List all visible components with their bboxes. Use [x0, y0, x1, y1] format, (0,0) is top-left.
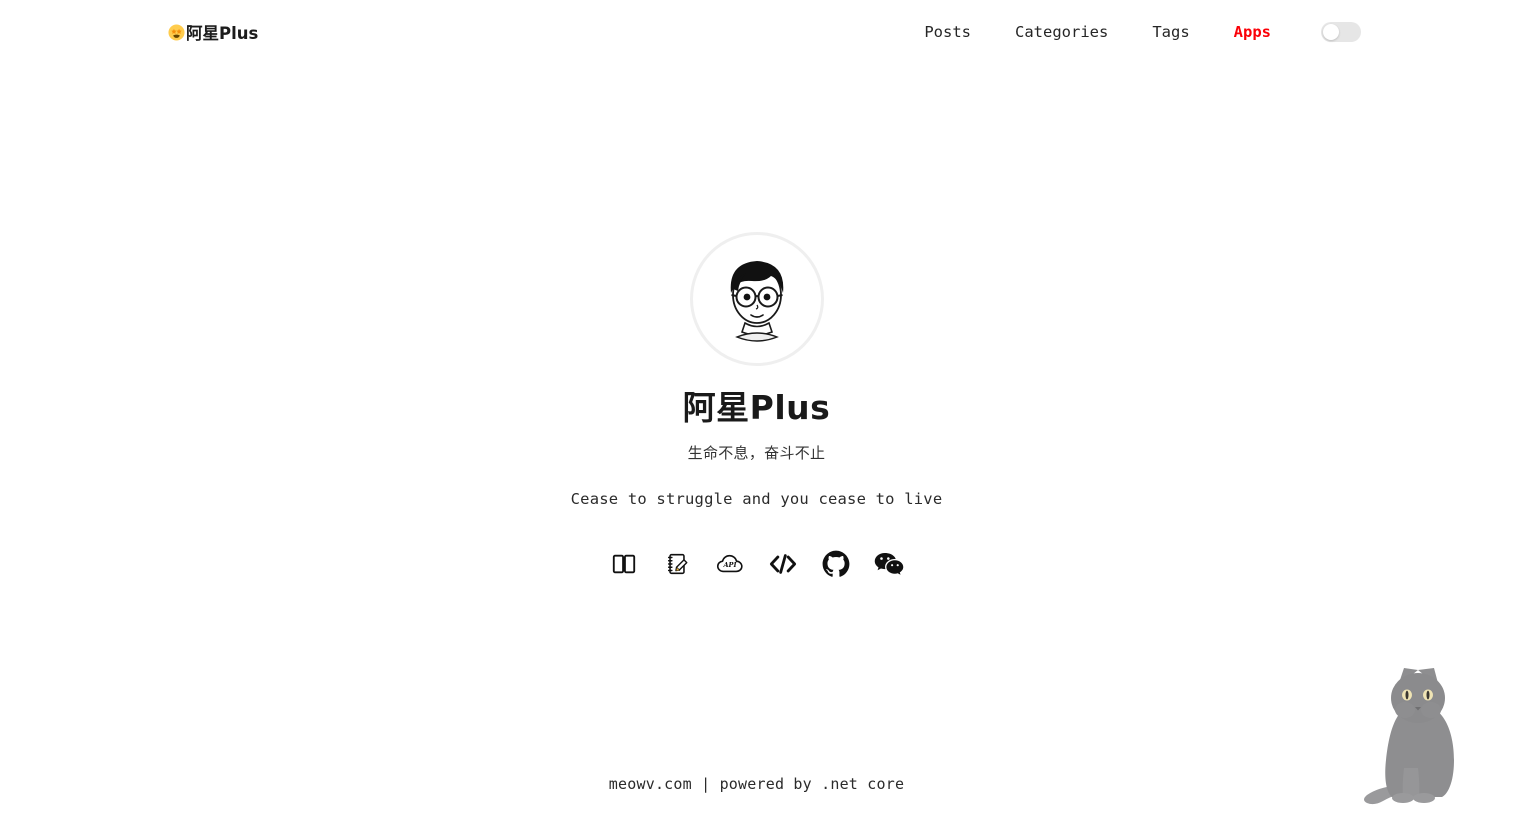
github-icon[interactable]	[821, 549, 851, 579]
book-icon[interactable]	[609, 549, 639, 579]
main-nav: Posts Categories Tags Apps	[902, 19, 1361, 45]
code-brackets-icon[interactable]	[768, 549, 798, 579]
page-title: 阿星Plus	[682, 388, 831, 427]
notebook-pencil-icon[interactable]	[662, 549, 692, 579]
footer-text: meowv.com | powered by .net core	[608, 775, 905, 793]
nav-link-apps[interactable]: Apps	[1212, 19, 1293, 45]
svg-text:API: API	[722, 561, 737, 569]
nav-link-tags[interactable]: Tags	[1130, 19, 1211, 45]
site-header: 阿星Plus Posts Categories Tags Apps	[0, 0, 1513, 64]
theme-toggle-switch[interactable]	[1321, 22, 1361, 42]
api-cloud-icon[interactable]: API	[715, 549, 745, 579]
avatar	[689, 232, 824, 366]
theme-toggle-knob	[1323, 24, 1339, 40]
wechat-icon[interactable]	[874, 549, 904, 579]
nav-link-posts[interactable]: Posts	[902, 19, 993, 45]
social-links: API	[609, 549, 904, 579]
hero-section: 阿星Plus 生命不息，奋斗不止 Cease to struggle and y…	[0, 232, 1513, 579]
tagline-chinese: 生命不息，奋斗不止	[687, 443, 826, 462]
brand-logo-link[interactable]: 阿星Plus	[168, 20, 258, 44]
brand-title: 阿星Plus	[186, 24, 259, 43]
tagline-english: Cease to struggle and you cease to live	[570, 489, 943, 508]
nav-link-categories[interactable]: Categories	[993, 19, 1130, 45]
site-footer: meowv.com | powered by .net core	[0, 752, 1513, 816]
star-struck-emoji	[168, 23, 185, 41]
